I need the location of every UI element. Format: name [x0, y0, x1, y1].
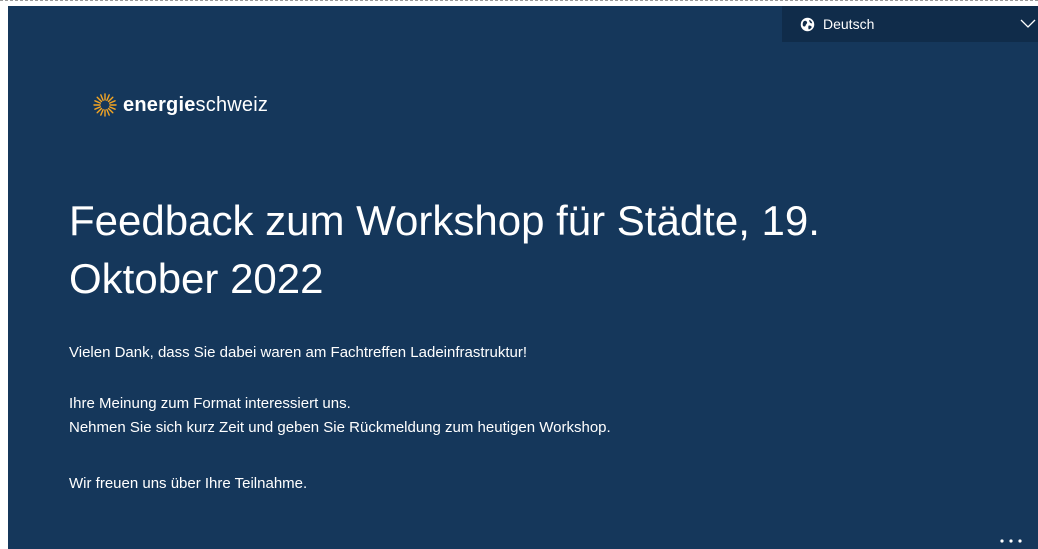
- form-header-panel: Deutsch energieschweiz Feedback zum Work…: [8, 6, 1038, 549]
- form-description-line-1: Ihre Meinung zum Format interessiert uns…: [69, 395, 351, 412]
- form-title: Feedback zum Workshop für Städte, 19. Ok…: [69, 197, 820, 302]
- logo-wordmark-bold: energie: [123, 93, 196, 116]
- logo-wordmark: energieschweiz: [123, 94, 268, 117]
- language-label: Deutsch: [823, 16, 875, 32]
- form-closing-text: Wir freuen uns über Ihre Teilnahme.: [69, 475, 308, 492]
- form-description-line-2: Nehmen Sie sich kurz Zeit und geben Sie …: [69, 419, 611, 436]
- language-selector[interactable]: Deutsch: [782, 6, 1038, 42]
- more-dots-icon[interactable]: [998, 535, 1024, 547]
- sun-rays-icon: [93, 93, 117, 117]
- energieschweiz-logo: energieschweiz: [92, 92, 268, 118]
- globe-icon: [800, 17, 815, 31]
- chevron-down-icon: [1020, 19, 1036, 28]
- page-frame: Deutsch energieschweiz Feedback zum Work…: [0, 0, 1038, 549]
- logo-wordmark-regular: schweiz: [195, 93, 269, 116]
- form-intro-text: Vielen Dank, dass Sie dabei waren am Fac…: [69, 344, 528, 361]
